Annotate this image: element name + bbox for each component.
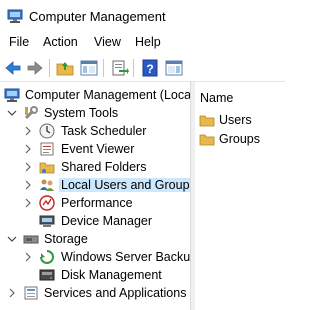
tree-item-label: Storage: [44, 232, 88, 246]
column-header-name[interactable]: Name: [200, 91, 233, 105]
chevron-right-icon[interactable]: [23, 143, 33, 154]
event-viewer-icon: [39, 141, 55, 157]
tree-item-label: Event Viewer: [61, 142, 135, 156]
up-folder-icon[interactable]: [55, 58, 75, 78]
chevron-right-icon[interactable]: [23, 125, 33, 136]
chevron-right-icon[interactable]: [23, 251, 33, 262]
menu-file[interactable]: File: [9, 35, 29, 49]
svg-text:?: ?: [146, 62, 153, 76]
tree-item-label: Windows Server Backup: [61, 250, 190, 264]
show-action-pane-icon[interactable]: [164, 58, 184, 78]
tree-item-label: Local Users and Groups: [59, 178, 190, 192]
toolbar-separator: [103, 59, 104, 77]
menu-action[interactable]: Action: [43, 35, 78, 49]
clock-icon: [39, 123, 55, 139]
chevron-down-icon[interactable]: [7, 233, 17, 243]
list-item-label: Users: [219, 113, 252, 127]
list-item-label: Groups: [219, 132, 260, 146]
window-title: Computer Management: [29, 9, 166, 24]
users-icon: [39, 177, 55, 193]
tree-item-label: Task Scheduler: [61, 124, 147, 138]
tree-item-label: Computer Management (Local: [25, 88, 190, 102]
help-icon[interactable]: ?: [140, 58, 160, 78]
results-pane: Name Users Groups: [195, 82, 285, 310]
folder-icon: [199, 112, 215, 128]
chevron-right-icon[interactable]: [7, 287, 17, 298]
show-hide-tree-icon[interactable]: [79, 58, 99, 78]
menu-view[interactable]: View: [94, 35, 121, 49]
device-manager-icon: [39, 213, 55, 229]
chevron-right-icon[interactable]: [23, 161, 33, 172]
tree-item-label: System Tools: [44, 106, 119, 120]
folder-icon: [199, 131, 215, 147]
computer-management-icon: [7, 8, 23, 24]
chevron-right-icon[interactable]: [23, 179, 33, 190]
tree-item-label: Shared Folders: [61, 160, 147, 174]
chevron-down-icon[interactable]: [7, 107, 17, 117]
tree-item-label: Performance: [61, 196, 133, 210]
tree-item-label: Device Manager: [61, 214, 153, 228]
backup-icon: [39, 249, 55, 265]
console-tree: Computer Management (Local System Tools …: [0, 82, 190, 310]
menu-bar: File Action View Help: [0, 32, 285, 54]
tree-item-label: Services and Applications: [44, 286, 187, 300]
performance-icon: [39, 195, 55, 211]
toolbar-separator: [133, 59, 134, 77]
toolbar-separator: [49, 59, 50, 77]
tree-item-label: Disk Management: [61, 268, 162, 282]
back-arrow-icon[interactable]: [3, 58, 23, 78]
system-tools-icon: [23, 105, 39, 121]
disk-management-icon: [39, 267, 55, 283]
computer-management-icon: [4, 87, 20, 103]
menu-help[interactable]: Help: [135, 35, 161, 49]
export-list-icon[interactable]: [109, 58, 129, 78]
storage-icon: [23, 231, 39, 247]
chevron-right-icon[interactable]: [23, 197, 33, 208]
services-icon: [23, 285, 39, 301]
title-bar: Computer Management: [0, 0, 285, 32]
forward-arrow-icon[interactable]: [25, 58, 45, 78]
toolbar: ?: [0, 54, 285, 82]
shared-folder-icon: [39, 159, 55, 175]
